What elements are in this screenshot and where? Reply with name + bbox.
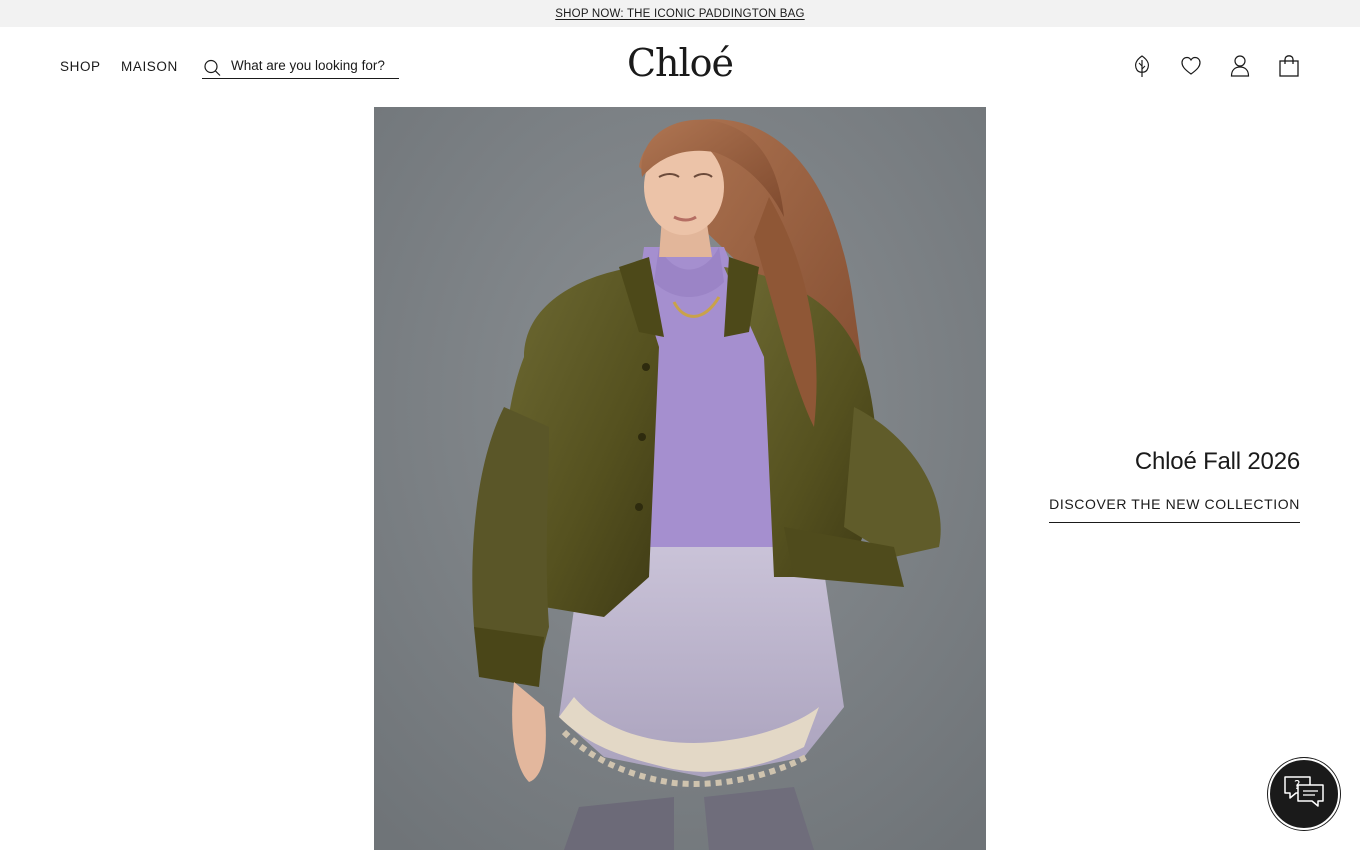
hero-image[interactable] xyxy=(374,107,986,850)
collection-title: Chloé Fall 2026 xyxy=(1134,448,1300,475)
chat-help-icon: ? xyxy=(1282,773,1326,816)
nav-shop[interactable]: SHOP xyxy=(60,59,101,74)
sustainability-icon[interactable] xyxy=(1131,53,1153,79)
search-input[interactable] xyxy=(231,58,401,73)
account-icon[interactable] xyxy=(1229,53,1251,79)
discover-collection-link[interactable]: DISCOVER THE NEW COLLECTION xyxy=(1049,496,1300,523)
promo-bar: SHOP NOW: THE ICONIC PADDINGTON BAG xyxy=(0,0,1360,27)
logo[interactable]: Chloé xyxy=(580,41,780,85)
search-icon[interactable] xyxy=(202,58,222,78)
header: SHOP MAISON Chloé xyxy=(0,27,1360,107)
header-icons xyxy=(1131,53,1300,79)
hero-side: Chloé Fall 2026 DISCOVER THE NEW COLLECT… xyxy=(1049,448,1300,523)
search-box[interactable] xyxy=(202,53,401,79)
chat-button[interactable]: ? xyxy=(1268,758,1340,830)
bag-icon[interactable] xyxy=(1278,53,1300,79)
nav-maison[interactable]: MAISON xyxy=(121,59,178,74)
promo-link[interactable]: SHOP NOW: THE ICONIC PADDINGTON BAG xyxy=(555,8,804,20)
heart-icon[interactable] xyxy=(1180,53,1202,79)
